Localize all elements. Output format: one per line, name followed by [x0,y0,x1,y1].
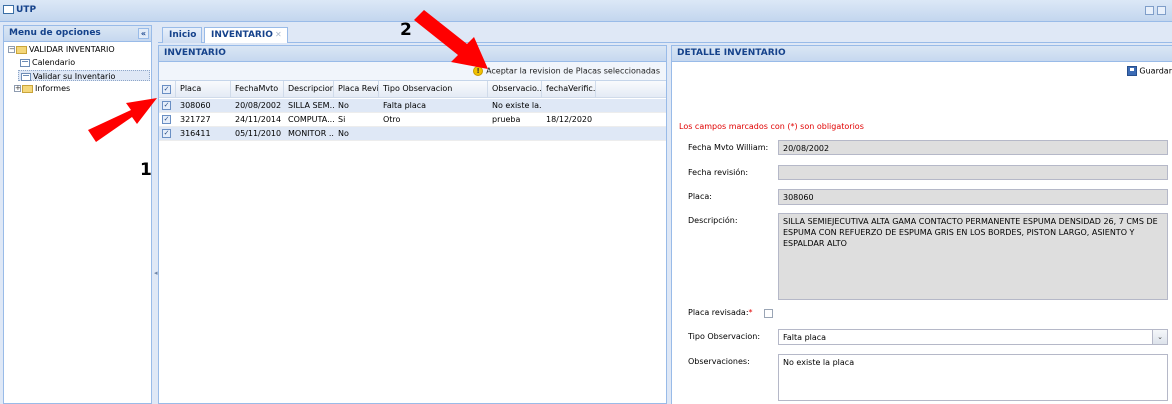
annotation-label-2: 2 [400,20,412,40]
annotation-label-1: 1 [140,160,152,180]
annotation-overlay [88,10,488,142]
annotation-arrow-1 [88,98,157,142]
annotation-arrow-2 [414,10,488,69]
